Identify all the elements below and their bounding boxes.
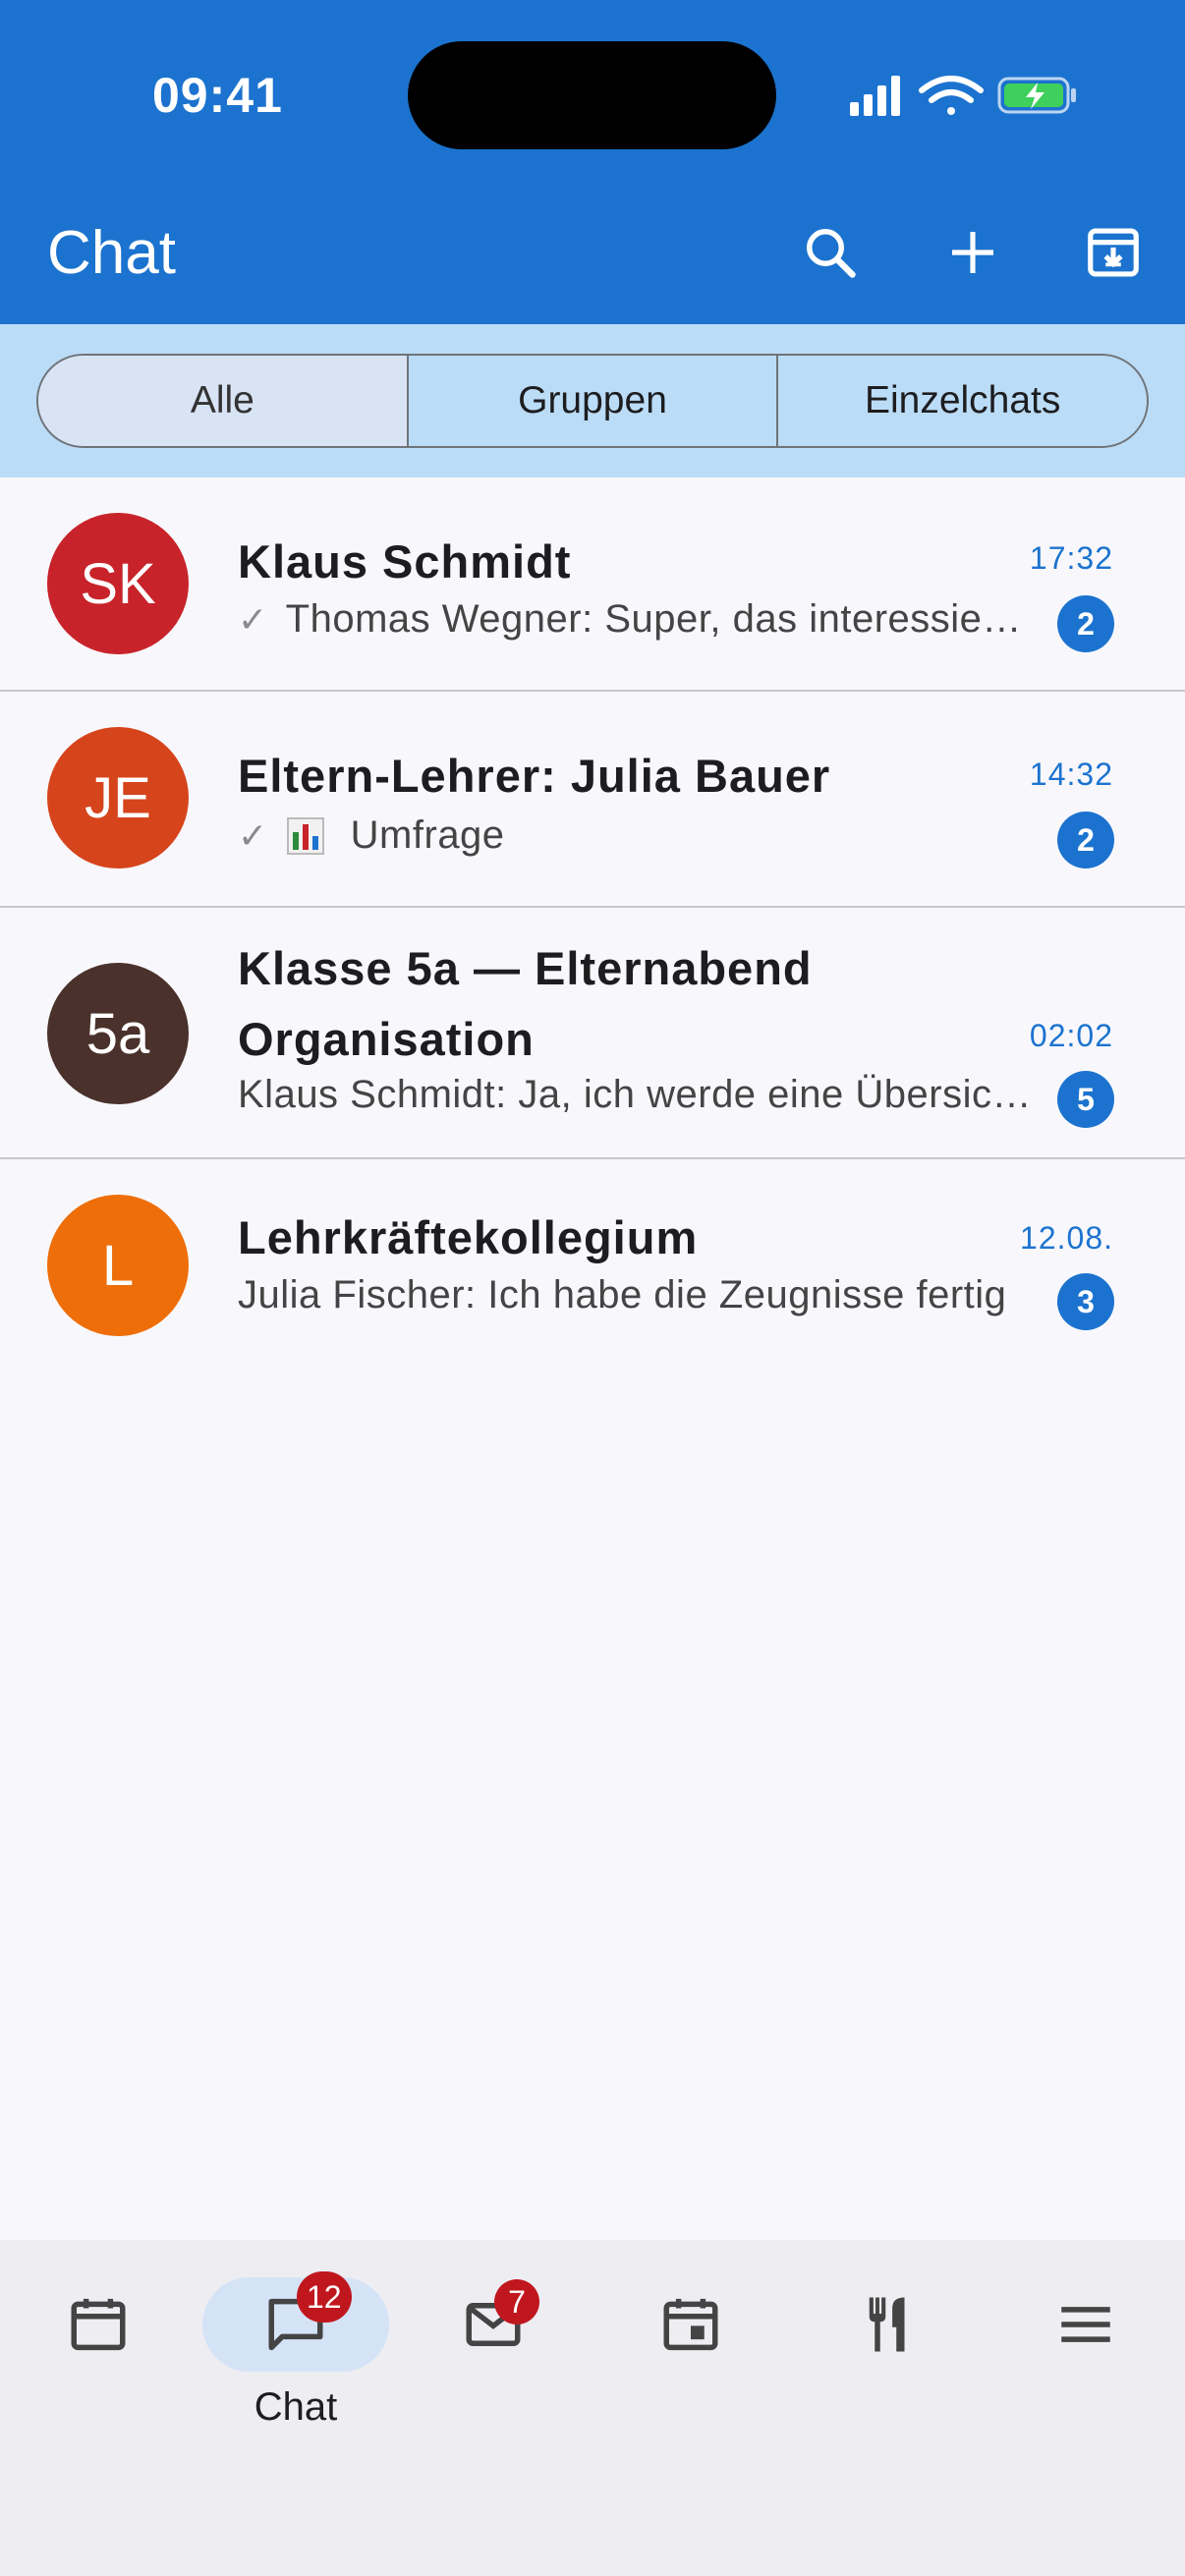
chat-row[interactable]: 5a Klasse 5a — Elternabend Organisation … [0,908,1185,1159]
check-icon: ✓ [238,814,268,856]
event-icon [663,2298,718,2351]
avatar: L [47,1195,189,1336]
status-time: 09:41 [152,68,283,123]
filter-segmented-control: Alle Gruppen Einzelchats [36,354,1149,448]
poll-chart-icon [286,816,324,855]
chat-preview: Klaus Schmidt: Ja, ich werde eine Übersi… [238,1073,1034,1117]
chat-name: Lehrkräftekollegium [238,1211,699,1263]
add-chat-button[interactable] [938,218,1007,287]
battery-icon [997,77,1076,114]
search-icon [807,229,856,278]
nav-mail[interactable]: 7 [400,2277,587,2435]
nav-meals[interactable] [795,2277,982,2435]
avatar: SK [47,513,189,654]
bottom-navigation: 12 Chat 7 [0,2240,1185,2576]
chat-time: 12.08. [1020,1220,1113,1256]
chat-name: Eltern-Lehrer: Julia Bauer [238,750,831,802]
nav-events[interactable] [597,2277,784,2435]
app-bar: 09:41 Chat [0,0,1185,324]
chat-row[interactable]: SK Klaus Schmidt 17:32 ✓ Thomas Wegner: … [0,477,1185,692]
search-button[interactable] [796,218,865,287]
archive-button[interactable] [1079,218,1148,287]
chat-time: 02:02 [1029,1018,1113,1053]
check-icon: ✓ [238,598,268,640]
mail-badge: 7 [494,2279,539,2324]
filter-all[interactable]: Alle [38,356,407,446]
chat-time: 17:32 [1029,540,1113,576]
calendar-icon [71,2298,126,2351]
unread-badge: 5 [1057,1071,1114,1128]
nav-menu[interactable] [992,2277,1179,2435]
filter-single-chats[interactable]: Einzelchats [776,356,1147,446]
chat-preview: Julia Fischer: Ich habe die Zeugnisse fe… [238,1273,1034,1317]
chat-preview: ✓ Thomas Wegner: Super, das interessiert… [238,597,1034,642]
cutlery-icon [869,2297,905,2352]
page-title: Chat [47,219,176,287]
wifi-icon [919,76,984,115]
chat-badge: 12 [297,2271,352,2323]
chat-preview-text: Klaus Schmidt: Ja, ich werde eine Übersi… [238,1073,1034,1116]
nav-chat-label: Chat [254,2385,338,2429]
unread-badge: 2 [1057,595,1114,652]
filter-groups[interactable]: Gruppen [406,356,777,446]
chat-preview-text: Julia Fischer: Ich habe die Zeugnisse fe… [238,1273,1007,1316]
archive-icon [1088,228,1139,277]
avatar: JE [47,727,189,868]
plus-icon [952,232,993,273]
chat-preview-text: Thomas Wegner: Super, das interessiert m… [285,597,1034,641]
signal-icon [850,76,900,116]
chat-preview-text: Umfrage [350,813,505,857]
nav-chat[interactable]: 12 Chat [202,2271,389,2435]
filter-bar: Alle Gruppen Einzelchats [0,324,1185,477]
nav-calendar[interactable] [5,2277,192,2435]
unread-badge: 3 [1057,1273,1114,1330]
avatar: 5a [47,963,189,1104]
dynamic-island [408,41,776,149]
chat-name: Klasse 5a — Elternabend Organisation [238,942,813,1065]
chat-name: Klaus Schmidt [238,535,572,588]
chat-row[interactable]: JE Eltern-Lehrer: Julia Bauer 14:32 ✓ Um… [0,692,1185,908]
chat-preview: ✓ Umfrage [238,813,1034,858]
unread-badge: 2 [1057,812,1114,868]
chat-time: 14:32 [1029,756,1113,792]
chat-row[interactable]: L Lehrkräftekollegium 12.08. Julia Fisch… [0,1159,1185,1375]
menu-icon [1061,2307,1110,2342]
status-icons [850,76,1076,116]
